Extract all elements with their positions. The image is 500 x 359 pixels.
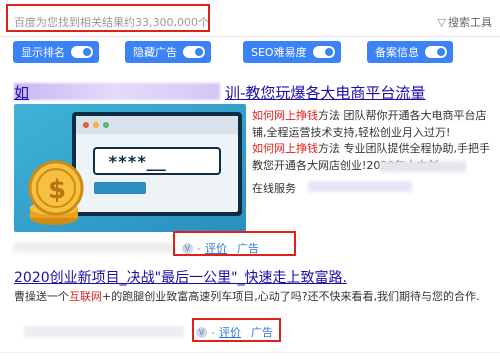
password-login-illustration: ****__ $ [14, 104, 246, 232]
password-field-text: ****__ [108, 152, 166, 171]
toggle-icp-info[interactable]: 备案信息 [367, 41, 453, 63]
result-1-title-text: 训-教您玩爆各大电商平台流量 [225, 84, 426, 102]
annotation-box-ad-label-1 [173, 231, 296, 256]
toggle-seo-difficulty[interactable]: SEO难易度 [243, 41, 341, 63]
svg-text:$: $ [48, 175, 66, 205]
search-tools-button[interactable]: ▽ 搜索工具 [438, 14, 492, 30]
result-1-title-prefix: 如 [14, 84, 30, 102]
keyword-highlight: 如何网上挣钱 [252, 142, 318, 155]
result-2-description: 曹操送一个互联网+的跑腿创业致富高速列车项目,心动了吗?还不快来看看,我们期待与… [14, 289, 496, 305]
description-text: +的跑腿创业致富高速列车项目,心动了吗?还不快来看看,我们期待与您的合作. [102, 290, 480, 303]
result-1-site-link[interactable]: 在线服务 [252, 180, 296, 196]
toggle-switch-icon [183, 46, 205, 58]
divider [0, 352, 500, 353]
toggle-label: SEO难易度 [251, 46, 307, 59]
toggle-switch-icon [71, 46, 93, 58]
annotation-box-ad-label-2 [192, 318, 281, 342]
result-1-title[interactable]: 如 训-教您玩爆各大电商平台流量 [14, 82, 425, 103]
keyword-highlight: 如何网上挣钱 [252, 109, 318, 122]
divider [0, 36, 500, 37]
blurred-text [308, 181, 412, 192]
toggle-hide-ads[interactable]: 隐藏广告 [125, 41, 211, 63]
toggle-label: 隐藏广告 [133, 46, 177, 59]
keyword-highlight: 互联网 [69, 290, 102, 303]
annotation-box-result-count [6, 4, 210, 32]
blurred-url [24, 326, 184, 337]
result-2-title[interactable]: 2020创业新项目_决战"最后一公里"_快速走上致富路. [14, 267, 347, 287]
result-1-description-1: 如何网上挣钱方法 团队帮你开通各大电商平台店铺,全程运营技术支持,轻松创业月入过… [252, 107, 492, 141]
blurred-text [380, 161, 466, 172]
result-1-image[interactable]: ****__ $ [14, 104, 246, 232]
funnel-icon: ▽ [437, 16, 446, 29]
toggle-show-rank[interactable]: 显示排名 [13, 41, 99, 63]
toggle-switch-icon [312, 46, 335, 58]
toggle-label: 备案信息 [375, 46, 419, 59]
description-text: 曹操送一个 [14, 290, 69, 303]
blurred-url [14, 242, 174, 252]
toggle-switch-icon [425, 46, 447, 58]
toggle-label: 显示排名 [21, 46, 65, 59]
search-tools-label: 搜索工具 [448, 16, 492, 29]
